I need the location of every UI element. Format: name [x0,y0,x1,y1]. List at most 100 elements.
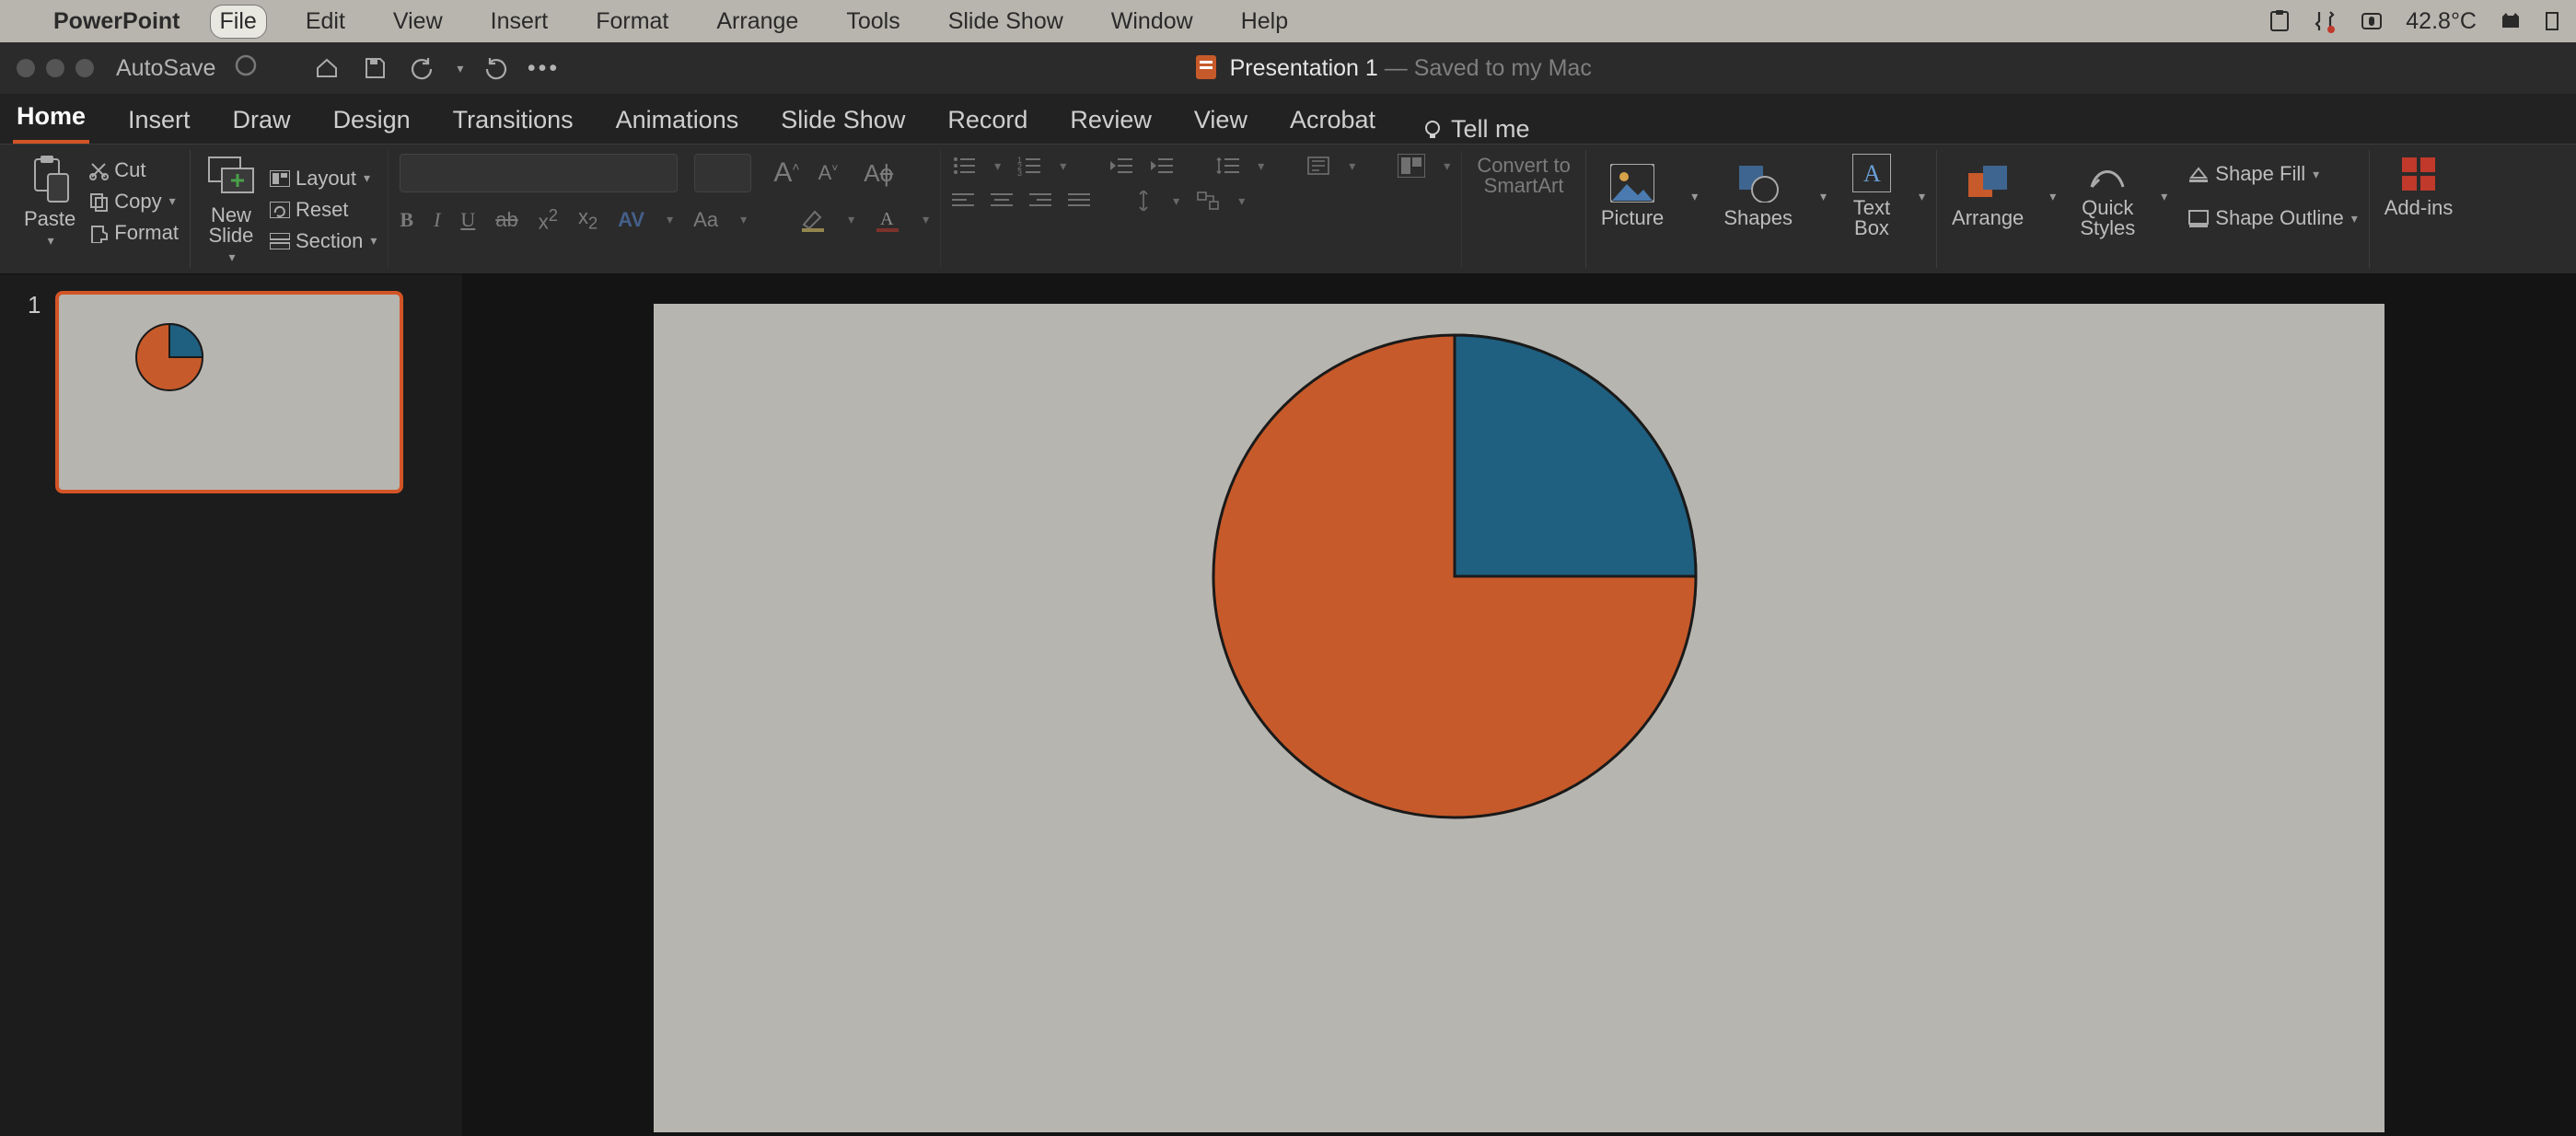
format-painter-label: Format [114,221,179,245]
decrease-font-button[interactable]: A˅ [818,161,839,185]
temperature-sensor-icon[interactable] [2360,9,2384,33]
arrange-dropdown-icon[interactable]: ▾ [2049,189,2056,204]
justify-button[interactable] [1068,191,1090,210]
qat-overflow-icon[interactable]: ••• [528,52,559,84]
decrease-indent-button[interactable] [1108,156,1132,176]
menu-slideshow[interactable]: Slide Show [939,6,1073,38]
increase-font-button[interactable]: A˄ [773,157,799,189]
status-cat-icon[interactable] [2499,9,2523,33]
home-qat-icon[interactable] [311,52,342,84]
slide-canvas-area[interactable] [462,274,2576,1136]
textbox-button[interactable]: A Text Box [1849,154,1895,238]
italic-button[interactable]: I [434,208,440,232]
menu-format[interactable]: Format [586,6,678,38]
shapes-button[interactable]: Shapes [1720,164,1796,228]
pie-chart-shape[interactable] [1206,328,1703,825]
change-case-button[interactable]: Aa [693,208,718,232]
cut-button[interactable]: Cut [88,156,179,184]
tab-acrobat[interactable]: Acrobat [1286,106,1379,144]
textbox-dropdown-icon[interactable]: ▾ [1919,189,1925,204]
increase-indent-button[interactable] [1149,156,1173,176]
shape-fill-button[interactable]: Shape Fill▾ [2187,160,2357,188]
slide-thumbnail-1[interactable] [55,291,403,493]
text-direction-button[interactable] [1306,156,1330,176]
highlight-color-button[interactable] [800,208,826,232]
undo-qat-icon[interactable] [407,52,438,84]
section-button[interactable]: Section▾ [270,227,377,255]
menu-insert[interactable]: Insert [482,6,558,38]
document-saved-state: — Saved to my Mac [1378,55,1592,81]
shapes-label: Shapes [1723,208,1793,228]
macos-menubar: PowerPoint File Edit View Insert Format … [0,0,2576,42]
tab-home[interactable]: Home [13,102,89,144]
undo-dropdown-icon[interactable]: ▾ [457,61,463,76]
format-painter-button[interactable]: Format [88,219,179,247]
bold-button[interactable]: B [400,208,413,232]
menu-help[interactable]: Help [1232,6,1297,38]
autosave-toggle[interactable] [232,52,260,86]
menu-view[interactable]: View [384,6,452,38]
clipboard-tray-icon[interactable] [2268,9,2292,33]
tab-transitions[interactable]: Transitions [449,106,577,144]
menu-arrange[interactable]: Arrange [707,6,807,38]
align-center-button[interactable] [991,191,1013,210]
line-spacing-button[interactable] [1215,156,1239,176]
tab-view[interactable]: View [1190,106,1251,144]
quick-styles-dropdown-icon[interactable]: ▾ [2161,189,2167,204]
status-extra-icon[interactable] [2545,9,2559,33]
align-right-button[interactable] [1029,191,1051,210]
align-left-button[interactable] [952,191,974,210]
save-qat-icon[interactable] [359,52,390,84]
new-slide-button[interactable]: New Slide ▾ [202,154,261,265]
ribbon-home: Paste ▾ Cut Copy▾ Format New Slide ▾ Lay… [0,144,2576,274]
columns-button[interactable] [1398,154,1425,178]
smartart-convert-icon[interactable] [1196,191,1220,211]
text-effects-button[interactable]: AV [618,208,644,232]
numbering-button[interactable]: 123 [1017,156,1041,176]
layout-button[interactable]: Layout▾ [270,165,377,192]
tab-record[interactable]: Record [944,106,1031,144]
tab-review[interactable]: Review [1066,106,1155,144]
tell-me-search[interactable]: Tell me [1421,115,1530,144]
shape-fill-label: Shape Fill [2215,162,2305,186]
tab-slideshow[interactable]: Slide Show [777,106,909,144]
font-size-combo[interactable] [694,154,751,192]
close-window-button[interactable] [17,59,35,77]
tab-animations[interactable]: Animations [612,106,743,144]
distribute-vertical-button[interactable] [1132,191,1155,211]
superscript-button[interactable]: x2 [539,205,558,234]
picture-dropdown-icon[interactable]: ▾ [1691,189,1698,204]
clear-formatting-button[interactable]: Aϕ [864,159,893,188]
tab-design[interactable]: Design [330,106,414,144]
new-slide-dropdown-icon[interactable]: ▾ [228,249,235,265]
font-family-combo[interactable] [400,154,678,192]
menu-window[interactable]: Window [1102,6,1202,38]
bullets-button[interactable] [952,156,976,176]
paste-button[interactable]: Paste ▾ [20,154,79,249]
quick-styles-button[interactable]: Quick Styles [2076,154,2139,238]
tools-status-icon[interactable] [2314,9,2338,33]
strikethrough-button[interactable]: ab [495,208,517,232]
copy-button[interactable]: Copy▾ [88,188,179,215]
slide-1[interactable] [654,304,2385,1132]
shape-outline-button[interactable]: Shape Outline▾ [2187,204,2357,232]
addins-button[interactable]: Add-ins [2381,154,2457,218]
tab-draw[interactable]: Draw [229,106,295,144]
arrange-button[interactable]: Arrange [1948,164,2027,228]
subscript-button[interactable]: x2 [578,205,598,233]
font-color-button[interactable]: A [875,208,900,232]
app-name[interactable]: PowerPoint [53,8,180,35]
menu-tools[interactable]: Tools [837,6,909,38]
paste-dropdown-icon[interactable]: ▾ [48,233,54,249]
tab-insert[interactable]: Insert [124,106,194,144]
menu-edit[interactable]: Edit [296,6,354,38]
fullscreen-window-button[interactable] [75,59,94,77]
menu-file[interactable]: File [210,5,267,39]
shapes-dropdown-icon[interactable]: ▾ [1820,189,1827,204]
minimize-window-button[interactable] [46,59,64,77]
reset-button[interactable]: Reset [270,196,377,224]
picture-button[interactable]: Picture [1597,164,1667,228]
underline-button[interactable]: U [460,208,475,232]
redo-qat-icon[interactable] [480,52,511,84]
convert-smartart-button[interactable]: Convert to SmartArt [1473,154,1574,196]
